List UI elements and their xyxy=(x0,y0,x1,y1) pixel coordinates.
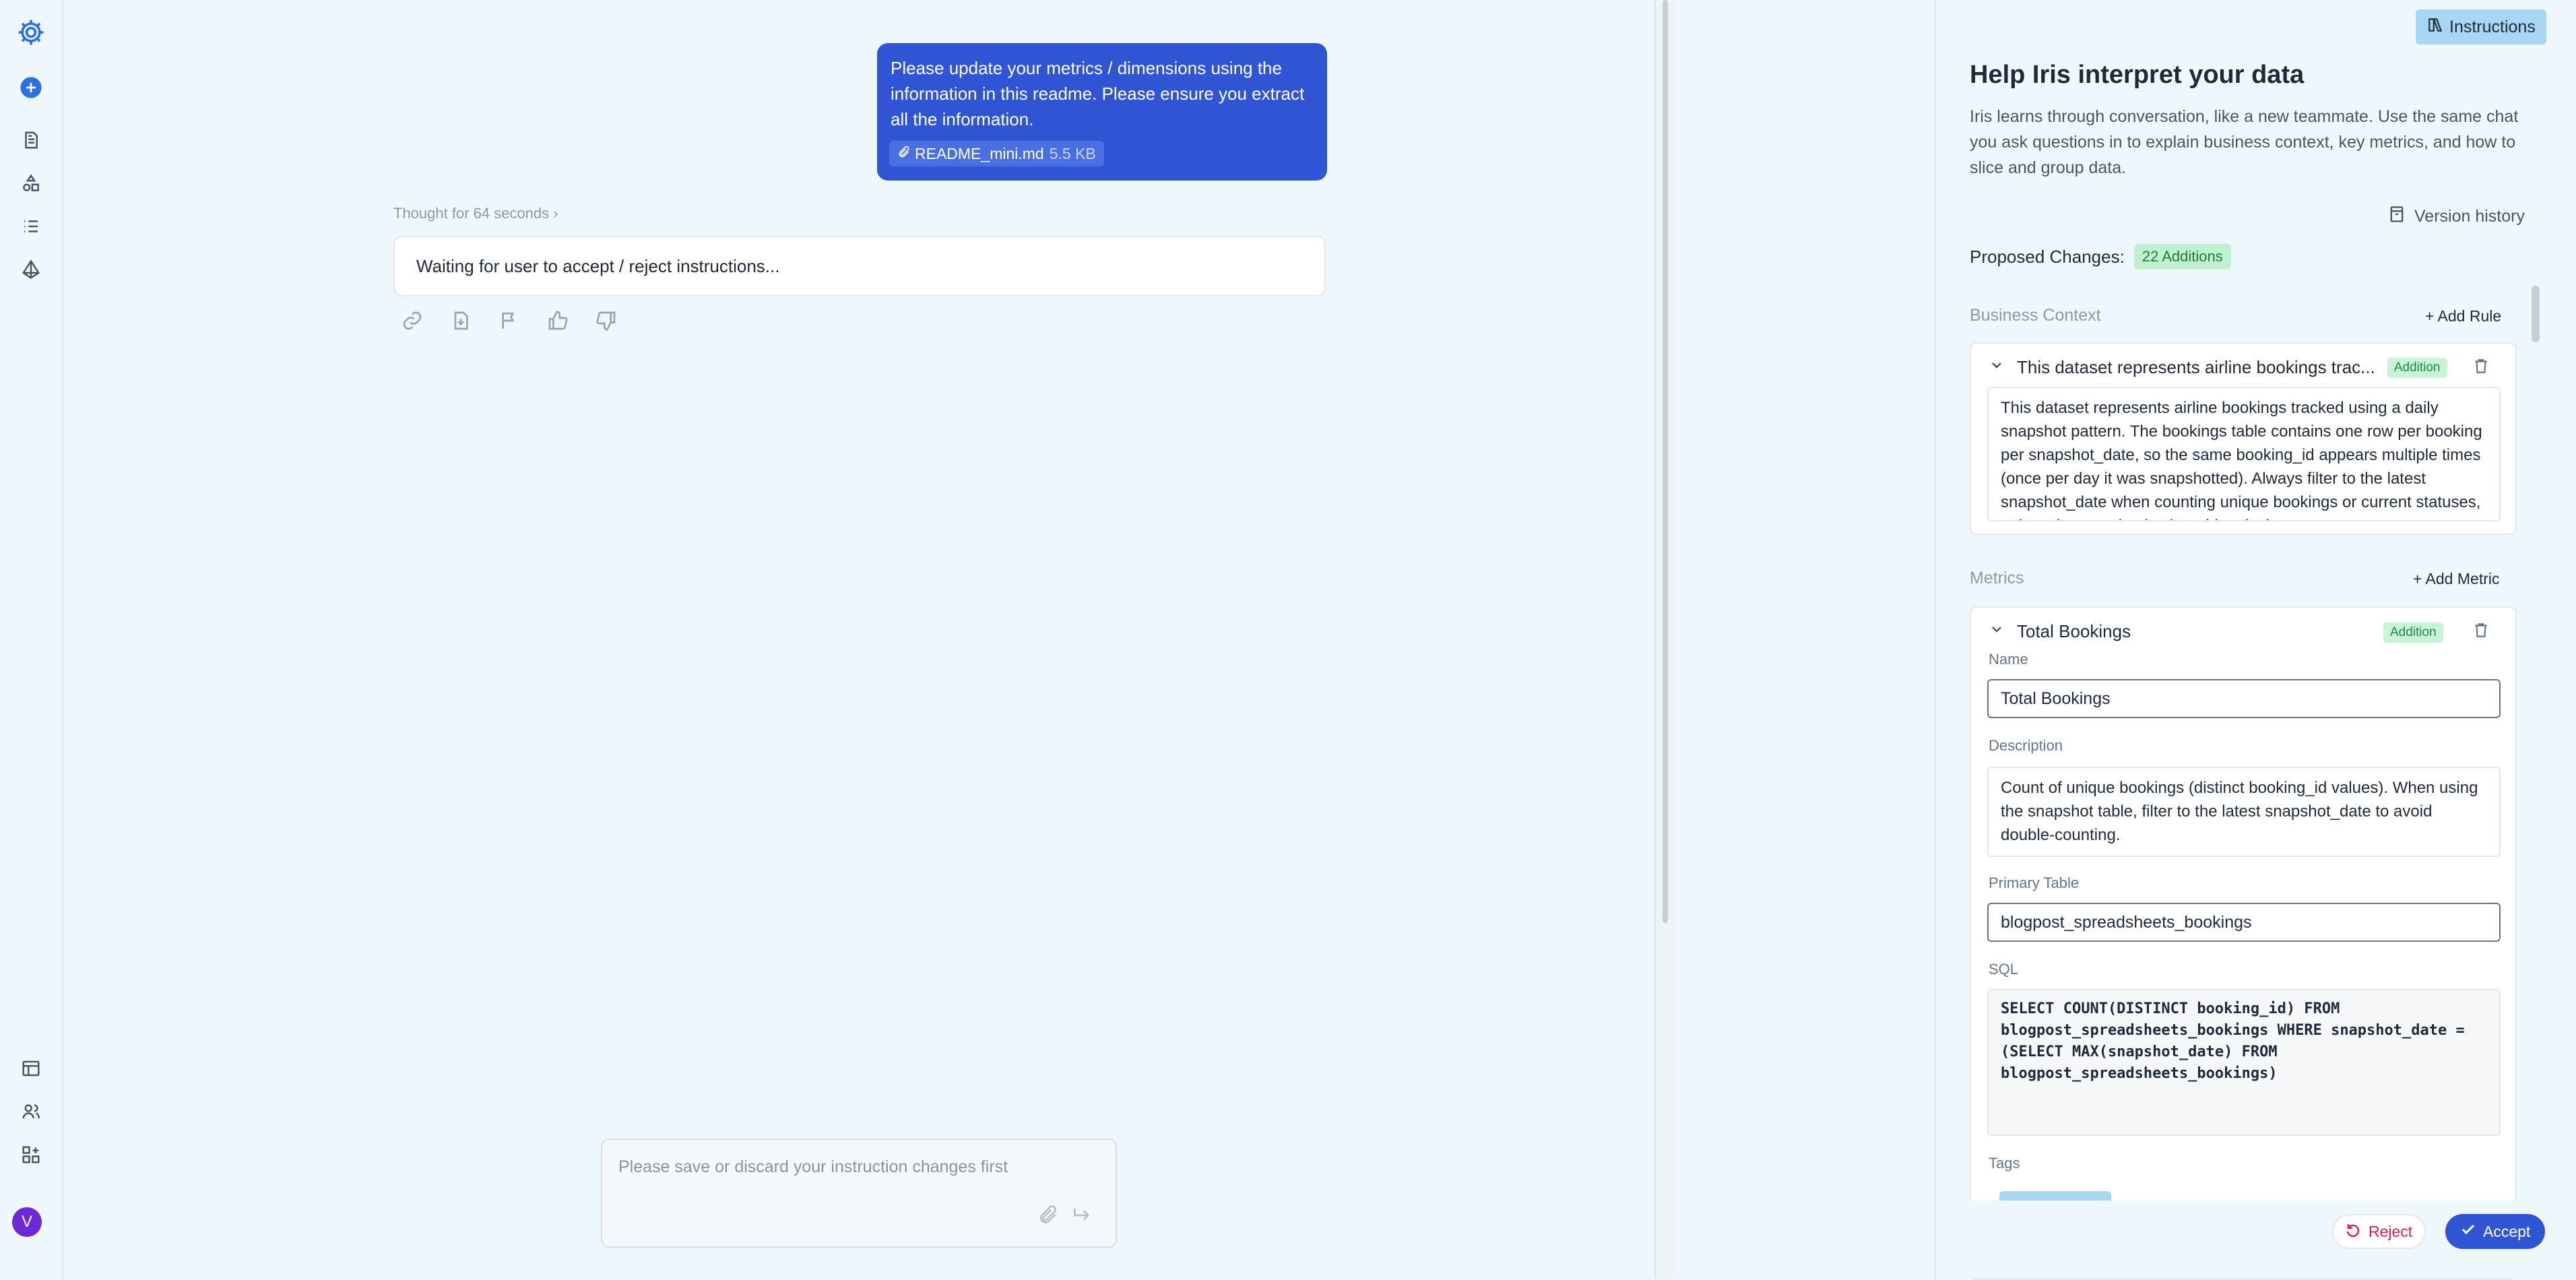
check-icon xyxy=(2460,1221,2476,1242)
business-context-card: This dataset represents airline bookings… xyxy=(1970,342,2517,535)
metric-card-title: Total Bookings xyxy=(2017,621,2131,641)
assistant-message: Waiting for user to accept / reject inst… xyxy=(393,236,1326,296)
panel-splitter[interactable] xyxy=(1654,0,1676,1279)
accept-label: Accept xyxy=(2483,1222,2531,1240)
chevron-down-icon[interactable] xyxy=(1989,357,2005,378)
primary-table-label: Primary Table xyxy=(1989,874,2080,891)
attachment-chip[interactable]: README_mini.md 5.5 KB xyxy=(889,141,1104,166)
document-icon[interactable] xyxy=(15,124,47,156)
sql-label: SQL xyxy=(1989,961,2019,978)
shapes-icon[interactable] xyxy=(15,167,47,199)
add-rule-button[interactable]: + Add Rule xyxy=(2425,307,2501,325)
gear-logo-icon[interactable] xyxy=(15,16,47,49)
sql-editor[interactable]: SELECT COUNT(DISTINCT booking_id) FROM b… xyxy=(1987,989,2501,1136)
proposed-label: Proposed Changes: xyxy=(1970,246,2125,267)
empty-gutter xyxy=(1675,0,1936,1279)
metrics-heading: Metrics xyxy=(1970,569,2024,587)
chevron-right-icon: › xyxy=(553,205,558,222)
attachment-size: 5.5 KB xyxy=(1049,145,1096,162)
users-icon[interactable] xyxy=(15,1095,47,1128)
integrations-icon[interactable] xyxy=(15,1139,47,1171)
assistant-message-text: Waiting for user to accept / reject inst… xyxy=(416,255,780,276)
new-chat-icon[interactable] xyxy=(15,71,47,104)
trash-icon[interactable] xyxy=(2472,621,2492,641)
trash-icon[interactable] xyxy=(2472,357,2492,377)
version-history-button[interactable]: Version history xyxy=(2387,205,2525,228)
name-label: Name xyxy=(1989,651,2028,668)
composer-placeholder: Please save or discard your instruction … xyxy=(618,1157,1008,1176)
instructions-button-label: Instructions xyxy=(2449,17,2536,36)
left-rail: V xyxy=(0,0,63,1279)
export-icon[interactable] xyxy=(450,310,474,334)
thumbs-up-icon[interactable] xyxy=(547,310,571,334)
thought-toggle[interactable]: Thought for 64 seconds › xyxy=(393,205,558,222)
thumbs-down-icon[interactable] xyxy=(595,310,620,334)
add-metric-button[interactable]: + Add Metric xyxy=(2413,570,2499,588)
metric-description-textarea[interactable]: Count of unique bookings (distinct booki… xyxy=(1987,767,2501,857)
accept-button[interactable]: Accept xyxy=(2445,1214,2546,1249)
book-icon xyxy=(2426,16,2444,38)
metric-name-input[interactable]: Total Bookings xyxy=(1987,679,2501,718)
reject-button[interactable]: Reject xyxy=(2332,1214,2426,1249)
business-context-card-title: This dataset represents airline bookings… xyxy=(2017,357,2375,377)
link-icon[interactable] xyxy=(401,310,426,334)
metric-card: Total Bookings Addition Name Total Booki… xyxy=(1970,606,2517,1280)
business-context-heading: Business Context xyxy=(1970,306,2101,325)
undo-icon xyxy=(2346,1221,2362,1242)
flag-icon[interactable] xyxy=(498,310,523,334)
panel-subtitle: Iris learns through conversation, like a… xyxy=(1970,107,2519,177)
addition-badge: Addition xyxy=(2387,357,2447,378)
message-actions xyxy=(401,310,620,334)
attachment-name: README_mini.md xyxy=(915,145,1044,162)
user-message-text: Please update your metrics / dimensions … xyxy=(891,58,1305,129)
thought-label: Thought for 64 seconds xyxy=(393,205,550,222)
archive-icon xyxy=(2387,205,2406,228)
panel-scrollbar[interactable] xyxy=(2532,286,2540,342)
panel-title: Help Iris interpret your data xyxy=(1970,61,2305,89)
send-icon[interactable] xyxy=(1071,1205,1095,1229)
avatar[interactable]: V xyxy=(12,1207,42,1237)
tags-label: Tags xyxy=(1989,1155,2020,1172)
attach-icon[interactable] xyxy=(1037,1205,1062,1229)
description-label: Description xyxy=(1989,737,2063,754)
scrollbar-thumb[interactable] xyxy=(1663,0,1668,923)
reject-label: Reject xyxy=(2369,1222,2413,1240)
instructions-button[interactable]: Instructions xyxy=(2416,9,2546,44)
version-history-label: Version history xyxy=(2414,207,2525,226)
chat-composer[interactable]: Please save or discard your instruction … xyxy=(601,1139,1117,1248)
proposed-changes: Proposed Changes: 22 Additions xyxy=(1970,244,2231,269)
chevron-down-icon[interactable] xyxy=(1989,621,2005,642)
addition-badge: Addition xyxy=(2383,622,2443,643)
business-context-textarea[interactable]: This dataset represents airline bookings… xyxy=(1987,387,2501,521)
additions-badge: 22 Additions xyxy=(2133,244,2231,269)
table-icon[interactable] xyxy=(15,1052,47,1085)
prism-icon[interactable] xyxy=(15,253,47,286)
user-message-bubble: Please update your metrics / dimensions … xyxy=(877,43,1327,181)
paperclip-icon xyxy=(897,141,911,166)
primary-table-input[interactable]: blogpost_spreadsheets_bookings xyxy=(1987,903,2501,942)
list-icon[interactable] xyxy=(15,210,47,243)
